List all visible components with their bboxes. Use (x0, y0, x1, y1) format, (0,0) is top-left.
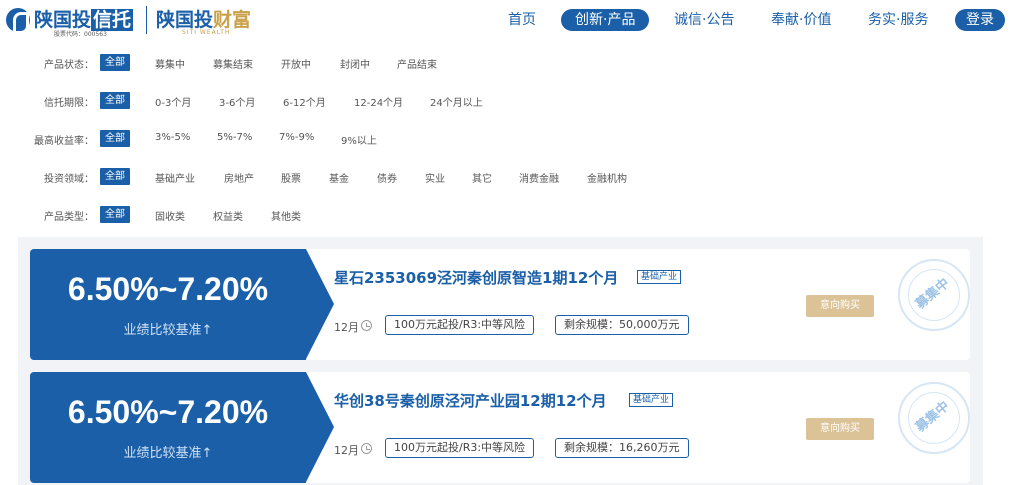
clock-icon (361, 443, 372, 454)
brand-logo-wealth[interactable]: 陕国投财富 (156, 5, 251, 32)
buy-button[interactable]: 意向购买 (806, 418, 874, 440)
site-header: 陕国投 信托 股票代码：000563 陕国投财富 SITI WEALTH 首页 创… (0, 0, 1024, 42)
filter-option[interactable]: 固收类 (155, 208, 185, 223)
nav-products[interactable]: 创新·产品 (561, 9, 650, 31)
filter-option[interactable]: 24个月以上 (430, 94, 483, 109)
brand1-prefix: 陕国投 (34, 9, 92, 31)
brand2-prefix: 陕国投 (156, 9, 214, 31)
filter-option[interactable]: 股票 (281, 170, 301, 185)
brand-divider (146, 6, 147, 34)
filter-type: 产品类型： 全部 固收类 权益类 其他类 (0, 206, 1024, 226)
risk-pill: 100万元起投/R3:中等风险 (385, 438, 535, 458)
sector-tag: 基础产业 (629, 393, 674, 407)
filter-sector: 投资领域： 全部 基础产业 房地产 股票 基金 债券 实业 其它 消费金融 金融… (0, 168, 1024, 188)
product-card[interactable]: 6.50%~7.20% 业绩比较基准↑ 星石2353069泾河秦创原智造1期12… (30, 249, 970, 360)
filter-yield: 最高收益率： 全部 3%-5% 5%-7% 7%-9% 9%以上 (0, 130, 1024, 150)
yield-rate: 6.50%~7.20% (67, 394, 269, 430)
brand2-gold: 财富 (213, 9, 252, 31)
filter-option[interactable]: 全部 (100, 168, 130, 185)
filter-option[interactable]: 6-12个月 (283, 94, 326, 109)
clock-icon (361, 320, 372, 331)
yield-rate: 6.50%~7.20% (67, 271, 269, 307)
brand-logo-trust[interactable]: 陕国投 信托 (34, 5, 134, 32)
product-term: 12月 (334, 444, 359, 457)
brand1-highlight: 信托 (91, 9, 134, 31)
filter-label: 产品状态： (44, 60, 94, 71)
filter-option[interactable]: 全部 (100, 92, 130, 109)
product-title[interactable]: 华创38号秦创原泾河产业园12期12个月 (334, 390, 607, 411)
filter-option[interactable]: 12-24个月 (354, 94, 403, 109)
filter-label: 信托期限： (44, 98, 94, 109)
remaining-pill: 剩余规模：50,000万元 (555, 315, 689, 335)
yield-rate-label: 业绩比较基准↑ (123, 446, 213, 461)
filter-label: 投资领域： (44, 174, 94, 185)
filter-option[interactable]: 募集中 (155, 56, 185, 71)
filter-option[interactable]: 消费金融 (519, 170, 559, 185)
filter-label: 产品类型： (44, 212, 94, 223)
nav-service[interactable]: 务实·服务 (868, 9, 928, 31)
filter-option[interactable]: 开放中 (281, 56, 311, 71)
filter-option[interactable]: 基础产业 (155, 170, 195, 185)
filter-label: 最高收益率： (34, 136, 94, 147)
brand2-english: SITI WEALTH (182, 29, 231, 36)
product-card[interactable]: 6.50%~7.20% 业绩比较基准↑ 华创38号秦创原泾河产业园12期12个月… (30, 372, 970, 483)
nav-announcements[interactable]: 诚信·公告 (674, 9, 734, 31)
filter-option[interactable]: 金融机构 (587, 170, 627, 185)
logo-icon[interactable] (6, 8, 30, 34)
product-term: 12月 (334, 321, 359, 334)
fundraising-stamp-icon: 募集中 (898, 382, 970, 454)
filter-option[interactable]: 募集结束 (213, 56, 253, 71)
filter-option[interactable]: 9%以上 (341, 132, 377, 147)
buy-button[interactable]: 意向购买 (806, 295, 874, 317)
nav-value[interactable]: 奉献·价值 (771, 9, 831, 31)
filter-option[interactable]: 基金 (329, 170, 349, 185)
rate-arrow (306, 249, 334, 359)
filter-option[interactable]: 实业 (425, 170, 445, 185)
filter-option[interactable]: 债券 (377, 170, 397, 185)
filter-option[interactable]: 全部 (100, 54, 130, 71)
filter-option[interactable]: 权益类 (213, 208, 243, 223)
stock-code: 股票代码：000563 (54, 31, 107, 38)
filter-status: 产品状态： 全部 募集中 募集结束 开放中 封闭中 产品结束 (0, 54, 1024, 74)
remaining-pill: 剩余规模：16,260万元 (555, 438, 689, 458)
filter-option[interactable]: 0-3个月 (155, 94, 191, 109)
filter-option[interactable]: 全部 (100, 206, 130, 223)
fundraising-stamp-icon: 募集中 (898, 259, 970, 331)
yield-rate-label: 业绩比较基准↑ (123, 323, 213, 338)
rate-panel: 6.50%~7.20% 业绩比较基准↑ (30, 372, 306, 483)
filter-option[interactable]: 全部 (100, 130, 130, 147)
filter-option[interactable]: 产品结束 (397, 56, 437, 71)
rate-arrow (306, 372, 334, 482)
page: 陕国投 信托 股票代码：000563 陕国投财富 SITI WEALTH 首页 创… (0, 0, 1024, 485)
sector-tag: 基础产业 (637, 270, 682, 284)
filter-option[interactable]: 7%-9% (279, 132, 314, 143)
filter-option[interactable]: 3-6个月 (219, 94, 255, 109)
filter-option[interactable]: 5%-7% (217, 132, 252, 143)
nav-home[interactable]: 首页 (508, 9, 536, 31)
filter-option[interactable]: 房地产 (224, 170, 254, 185)
filter-option[interactable]: 其他类 (271, 208, 301, 223)
risk-pill: 100万元起投/R3:中等风险 (385, 315, 535, 335)
filter-term: 信托期限： 全部 0-3个月 3-6个月 6-12个月 12-24个月 24个月… (0, 92, 1024, 112)
rate-panel: 6.50%~7.20% 业绩比较基准↑ (30, 249, 306, 360)
filter-option[interactable]: 封闭中 (340, 56, 370, 71)
filter-option[interactable]: 3%-5% (155, 132, 190, 143)
filter-option[interactable]: 其它 (472, 170, 492, 185)
login-button[interactable]: 登录 (955, 9, 1005, 31)
product-title[interactable]: 星石2353069泾河秦创原智造1期12个月 (334, 267, 618, 288)
